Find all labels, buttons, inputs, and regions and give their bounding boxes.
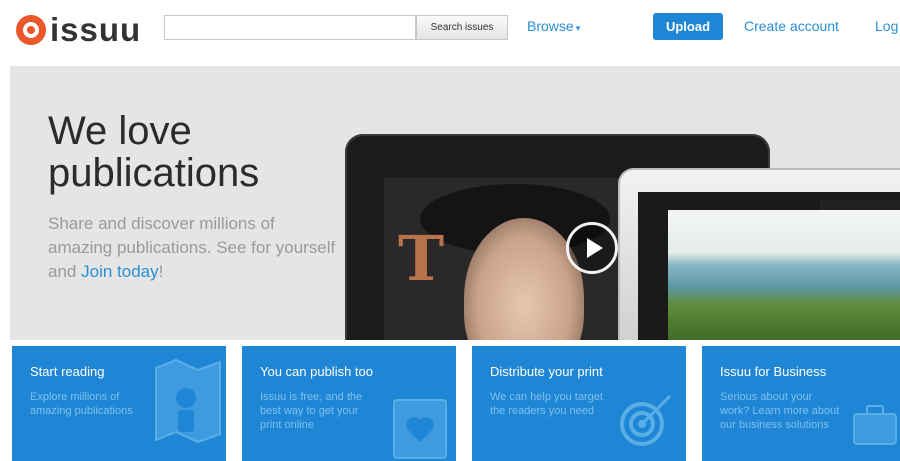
- search-button[interactable]: Search issues: [416, 15, 508, 40]
- play-video-button[interactable]: [566, 222, 618, 274]
- tile-title: Start reading: [30, 364, 105, 379]
- briefcase-icon: [853, 405, 897, 445]
- landscape-publication-image: [668, 210, 900, 340]
- create-account-link[interactable]: Create account: [744, 18, 839, 34]
- hero-description: Share and discover millions of amazing p…: [48, 212, 338, 284]
- tile-description: Serious about your work? Learn more abou…: [720, 391, 840, 431]
- tile-description: We can help you target the readers you n…: [490, 391, 603, 417]
- tile-publish[interactable]: You can publish too Issuu is free, and t…: [242, 346, 456, 461]
- laptop-screen: [638, 192, 900, 340]
- tile-business[interactable]: Issuu for Business Serious about your wo…: [702, 346, 900, 461]
- map-icon: [155, 358, 221, 444]
- magazine-logo-icon: T: [398, 222, 445, 295]
- play-icon: [587, 238, 603, 258]
- tile-description: Issuu is free, and the best way to get y…: [260, 391, 363, 431]
- upload-button[interactable]: Upload: [653, 13, 723, 40]
- join-suffix: !: [158, 262, 164, 281]
- tile-distribute[interactable]: Distribute your print We can help you ta…: [472, 346, 686, 461]
- hero-banner: We love publications Share and discover …: [10, 66, 900, 340]
- browse-label: Browse: [527, 18, 574, 34]
- chevron-down-icon: ▾: [575, 23, 581, 33]
- issuu-logo[interactable]: issuu: [14, 10, 141, 50]
- logo-text: issuu: [50, 11, 142, 48]
- hero-title-line-1: We love: [48, 109, 192, 153]
- tile-title: Issuu for Business: [720, 364, 827, 379]
- issuu-logo-icon: [14, 13, 48, 47]
- tile-title: Distribute your print: [490, 364, 603, 379]
- join-today-link[interactable]: Join today: [81, 262, 159, 281]
- top-navigation-bar: issuu Search issues Browse ▾ Upload Creat…: [0, 0, 900, 62]
- hero-title: We love publications: [48, 110, 348, 194]
- tile-start-reading[interactable]: Start reading Explore millions of amazin…: [12, 346, 226, 461]
- search-input[interactable]: [164, 15, 416, 40]
- tile-description: Explore millions of amazing publications: [30, 391, 133, 417]
- login-link[interactable]: Log in: [875, 18, 900, 34]
- heart-book-icon: [393, 399, 447, 459]
- target-icon: [620, 394, 672, 446]
- browse-menu[interactable]: Browse ▾: [527, 18, 580, 34]
- reader-toolbar: [820, 200, 900, 210]
- tile-title: You can publish too: [260, 364, 374, 379]
- hero-title-line-2: publications: [48, 151, 260, 195]
